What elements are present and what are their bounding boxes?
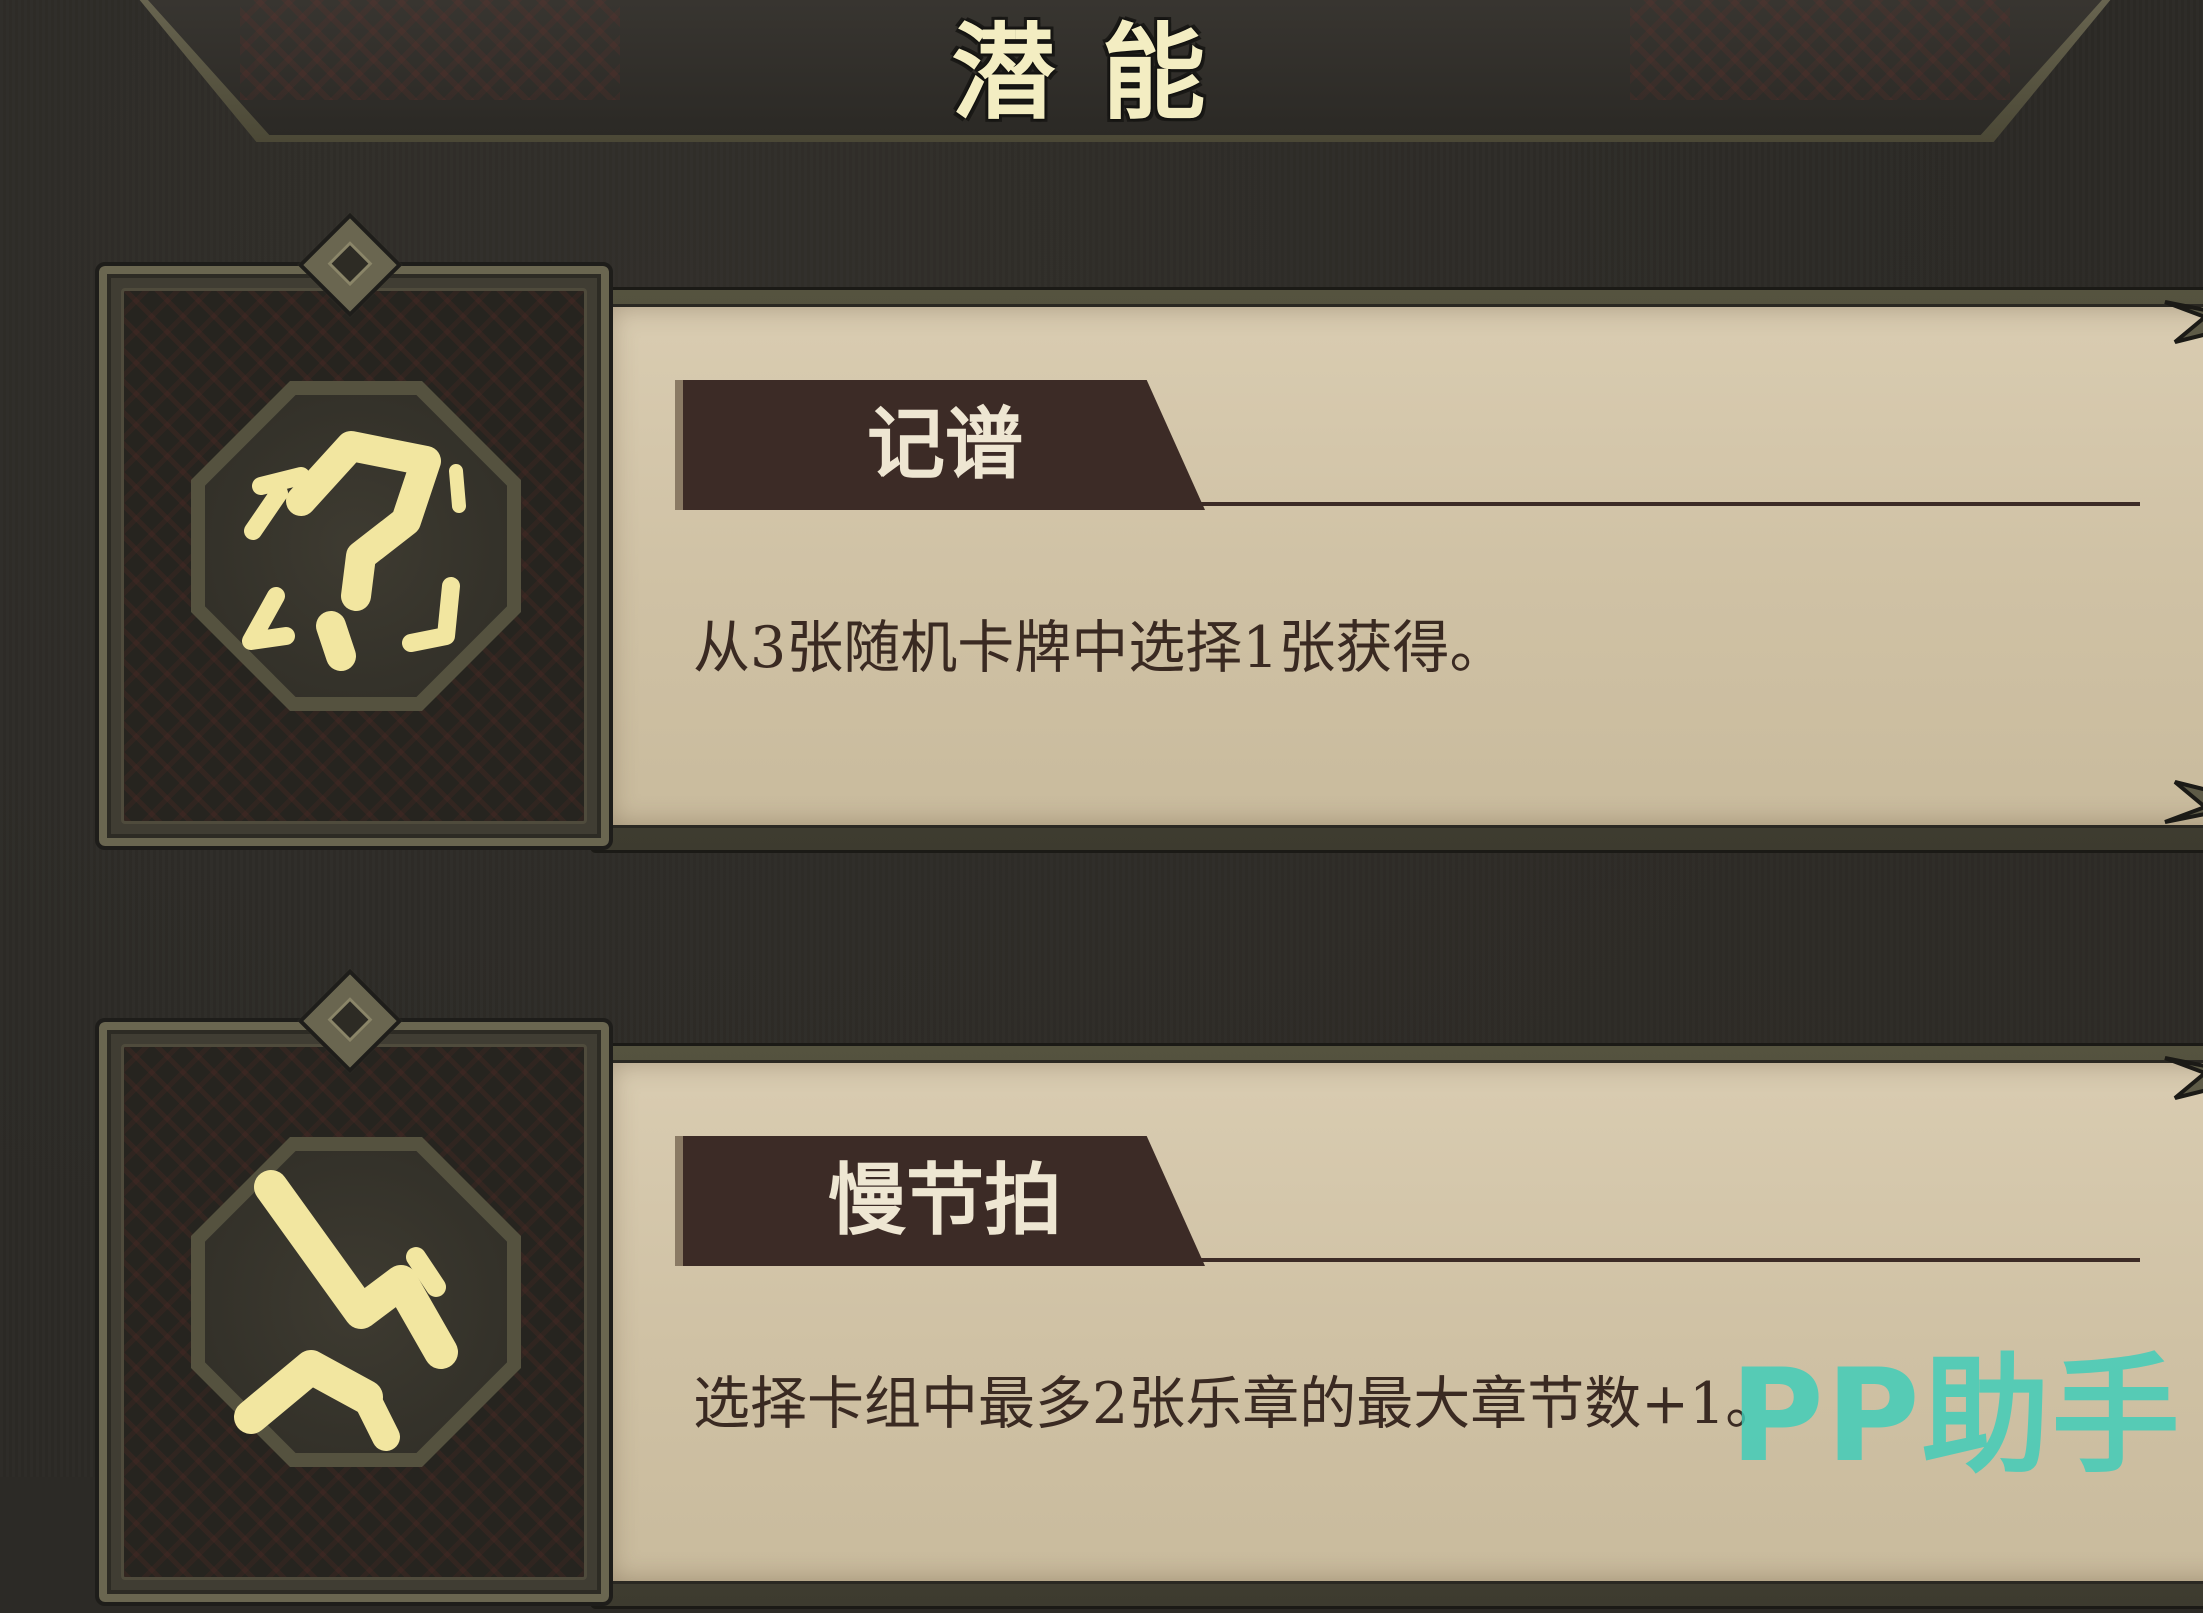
talent-icon-frame xyxy=(95,1018,613,1606)
divider xyxy=(1135,1258,2140,1262)
talent-card[interactable]: 记谱 从3张随机卡牌中选择1张获得。 xyxy=(95,212,2203,857)
divider xyxy=(1135,502,2140,506)
thorn-corner-icon xyxy=(2164,300,2203,344)
talent-icon-frame xyxy=(95,262,613,850)
zigzag-rune-icon xyxy=(234,1170,458,1451)
name-tab-edge xyxy=(675,380,683,510)
talent-description: 从3张随机卡牌中选择1张获得。 xyxy=(693,615,1507,681)
name-tab-edge xyxy=(675,1136,683,1266)
talent-name: 记谱 xyxy=(866,399,1023,490)
watermark: PP助手 xyxy=(1730,1342,2182,1491)
page-title: 潜能 xyxy=(951,11,1252,134)
thorn-corner-icon xyxy=(2164,780,2203,824)
thorn-corner-icon xyxy=(2164,1056,2203,1100)
talent-card[interactable]: 慢节拍 选择卡组中最多2张乐章的最大章节数+1。 xyxy=(95,968,2203,1613)
talent-name: 慢节拍 xyxy=(827,1155,1062,1246)
question-mark-rune-icon xyxy=(242,431,466,671)
